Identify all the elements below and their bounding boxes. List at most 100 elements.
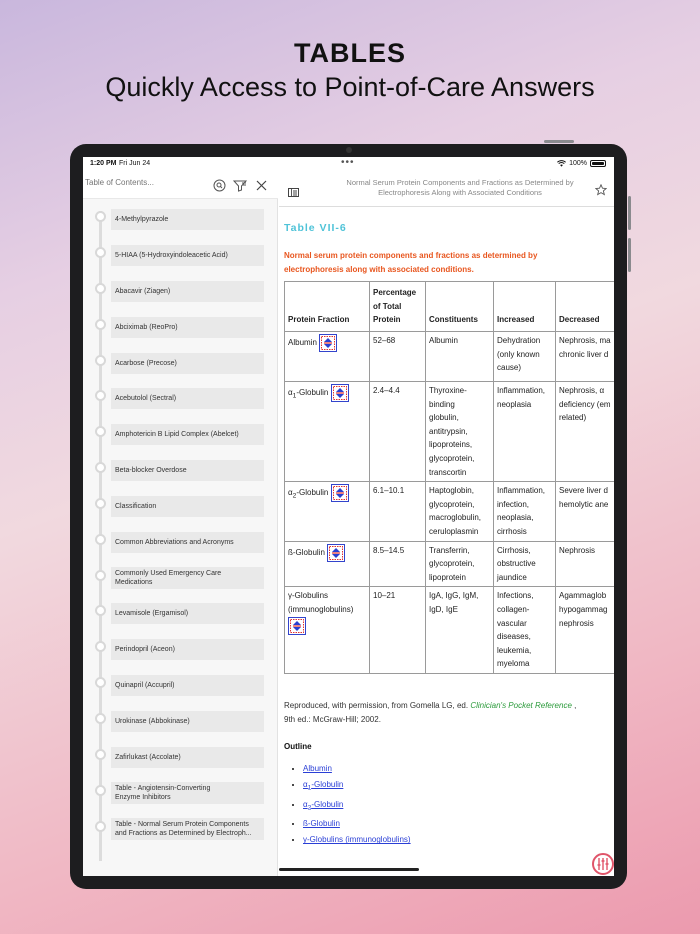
toc-node	[95, 534, 106, 545]
cell-percent: 52–68	[369, 331, 426, 382]
toc-item[interactable]: Urokinase (Abbokinase)	[111, 711, 264, 732]
header-line: of Total	[373, 301, 402, 311]
cell-line: glycoprotein,	[429, 499, 475, 509]
document-title: Normal Serum Protein Components and Frac…	[329, 178, 591, 198]
cell-increased: Cirrhosis, obstructive jaundice	[493, 540, 556, 588]
outline-link-alpha1[interactable]: α1-Globulin	[303, 780, 344, 792]
table-row: α1-Globulin 2.4–4.4 Thyroxine-binding glo…	[284, 380, 614, 483]
cell-percent: 2.4–4.4	[369, 380, 426, 483]
cell-decreased: Nephrosis	[555, 540, 614, 588]
toc-node	[95, 677, 106, 688]
status-date: Fri Jun 24	[119, 160, 151, 167]
cell-fraction: γ-Globulins (immunoglobulins)	[284, 586, 370, 674]
reference-prefix: Reproduced, with permission, from Gomell…	[284, 701, 469, 710]
cell-line: glycoprotein,	[429, 559, 475, 569]
toc-node	[95, 713, 106, 724]
toc-item[interactable]: Amphotericin B Lipid Complex (Abelcet)	[111, 424, 264, 445]
expand-symbol-icon[interactable]	[327, 543, 346, 562]
battery-percent: 100%	[569, 160, 587, 167]
toc-item-line: Table - Angiotensin-Converting	[115, 785, 211, 792]
toc-item[interactable]: Classification	[111, 496, 264, 517]
toc-item[interactable]: Abciximab (ReoPro)	[111, 317, 264, 338]
toc-item-line: Commonly Used Emergency Care	[115, 570, 222, 577]
cell-line: chronic liver d	[559, 349, 609, 359]
toc-item[interactable]: 4-Methylpyrazole	[111, 209, 264, 230]
cell-line: diseases,	[497, 632, 531, 642]
close-icon[interactable]	[253, 177, 269, 193]
toc-item[interactable]: Acarbose (Precose)	[111, 353, 264, 374]
favorite-star-icon[interactable]	[594, 183, 608, 201]
cell-line: vascular	[497, 618, 527, 628]
outline-item: ß-Globulin	[303, 816, 411, 832]
cell-line: Thyroxine-	[429, 386, 467, 395]
toc-node	[95, 605, 106, 616]
cell-line: obstructive	[497, 559, 536, 569]
toc-item[interactable]: Common Abbreviations and Acronyms	[111, 532, 264, 553]
cell-line: ceruloplasmin	[429, 526, 479, 536]
expand-symbol-icon[interactable]	[330, 484, 349, 503]
wifi-icon	[557, 160, 567, 167]
toc-item[interactable]: Abacavir (Ziagen)	[111, 281, 264, 302]
toc-item-label: Quinapril (Accupril)	[115, 682, 175, 689]
sidebar-toggle-icon[interactable]	[288, 184, 299, 202]
toc-item-line: and Fractions as Determined by Electroph…	[115, 830, 252, 837]
outline-text: -Globulin	[311, 780, 344, 789]
multitask-dots-icon[interactable]: •••	[341, 157, 355, 168]
caption-line: electrophoresis along with associated co…	[284, 265, 474, 274]
toc-item-line: Table - Normal Serum Protein Components	[115, 821, 249, 828]
toc-item-label: Table - Normal Serum Protein Components a…	[115, 820, 252, 838]
tablet-device: 1:20 PM Fri Jun 24 ••• 100% Table of Con…	[70, 140, 631, 889]
cell-line: collagen-	[497, 604, 530, 614]
cell-fraction: ß-Globulin	[284, 540, 370, 588]
outline-item: Albumin	[303, 761, 411, 777]
fraction-name: Albumin	[288, 338, 317, 348]
outline-link-beta[interactable]: ß-Globulin	[303, 819, 340, 828]
outline-list: Albumin α1-Globulin α2-Globulin ß-Globul…	[303, 761, 411, 848]
expand-symbol-icon[interactable]	[330, 384, 349, 402]
search-icon[interactable]	[211, 177, 227, 193]
cell-line: macroglobulin,	[429, 513, 482, 523]
toc-item[interactable]: Beta-blocker Overdose	[111, 460, 264, 481]
cell-percent: 6.1–10.1	[369, 481, 426, 542]
cell-line: IgD, IgE	[429, 604, 458, 614]
home-indicator[interactable]	[279, 868, 419, 871]
reference-book-link[interactable]: Clinician's Pocket Reference	[470, 701, 572, 710]
outline-link-alpha2[interactable]: α2-Globulin	[303, 800, 343, 812]
toc-item[interactable]: Quinapril (Accupril)	[111, 675, 264, 696]
toc-item[interactable]: Acebutolol (Sectral)	[111, 388, 264, 409]
toc-item[interactable]: Table - Angiotensin-Converting Enzyme Inh…	[111, 782, 264, 804]
toc-node	[95, 462, 106, 473]
cell-line: glycoprotein,	[429, 453, 475, 463]
cell-fraction: Albumin	[284, 331, 370, 382]
adjustments-fab-icon[interactable]	[592, 853, 614, 875]
outline-item: α1-Globulin	[303, 777, 411, 797]
fraction-name: γ-Globulins	[288, 591, 329, 601]
status-bar: 1:20 PM Fri Jun 24 ••• 100%	[83, 157, 614, 171]
headline-subtitle: Quickly Access to Point-of-Care Answers	[105, 72, 595, 102]
cell-decreased: Nephrosis, ma chronic liver d	[555, 331, 614, 382]
side-button-volume-2	[628, 238, 631, 272]
toc-item[interactable]: Commonly Used Emergency Care Medications	[111, 567, 264, 589]
table-header-row: Protein Fraction Percentage of Total Prote…	[284, 281, 614, 332]
toc-item-line: Enzyme Inhibitors	[115, 794, 171, 801]
cell-line: antitrypsin,	[429, 426, 468, 436]
toc-item[interactable]: Perindopril (Aceon)	[111, 639, 264, 660]
outline-link-gamma[interactable]: γ-Globulins (immunoglobulins)	[303, 835, 411, 844]
toc-item[interactable]: 5-HIAA (5-Hydroxyindoleacetic Acid)	[111, 245, 264, 266]
outline-title: Outline	[284, 742, 312, 751]
protein-fraction-table: Protein Fraction Percentage of Total Prote…	[284, 281, 614, 674]
cell-line: binding	[429, 399, 455, 409]
outline-link-albumin[interactable]: Albumin	[303, 764, 332, 773]
toc-item[interactable]: Zafirlukast (Accolate)	[111, 747, 264, 768]
expand-symbol-icon[interactable]	[288, 616, 306, 635]
screen: 1:20 PM Fri Jun 24 ••• 100% Table of Con…	[83, 157, 614, 876]
header-constituents: Constituents	[425, 281, 494, 332]
filter-icon[interactable]	[232, 177, 248, 193]
expand-symbol-icon[interactable]	[319, 334, 338, 352]
toc-item[interactable]: Levamisole (Ergamisol)	[111, 603, 264, 624]
table-row: α2-Globulin 6.1–10.1 Haptoglobin, glycopr…	[284, 481, 614, 542]
toc-node	[95, 821, 106, 832]
toc-node	[95, 426, 106, 437]
toc-search-input[interactable]	[85, 178, 205, 187]
toc-item[interactable]: Table - Normal Serum Protein Components a…	[111, 818, 264, 840]
